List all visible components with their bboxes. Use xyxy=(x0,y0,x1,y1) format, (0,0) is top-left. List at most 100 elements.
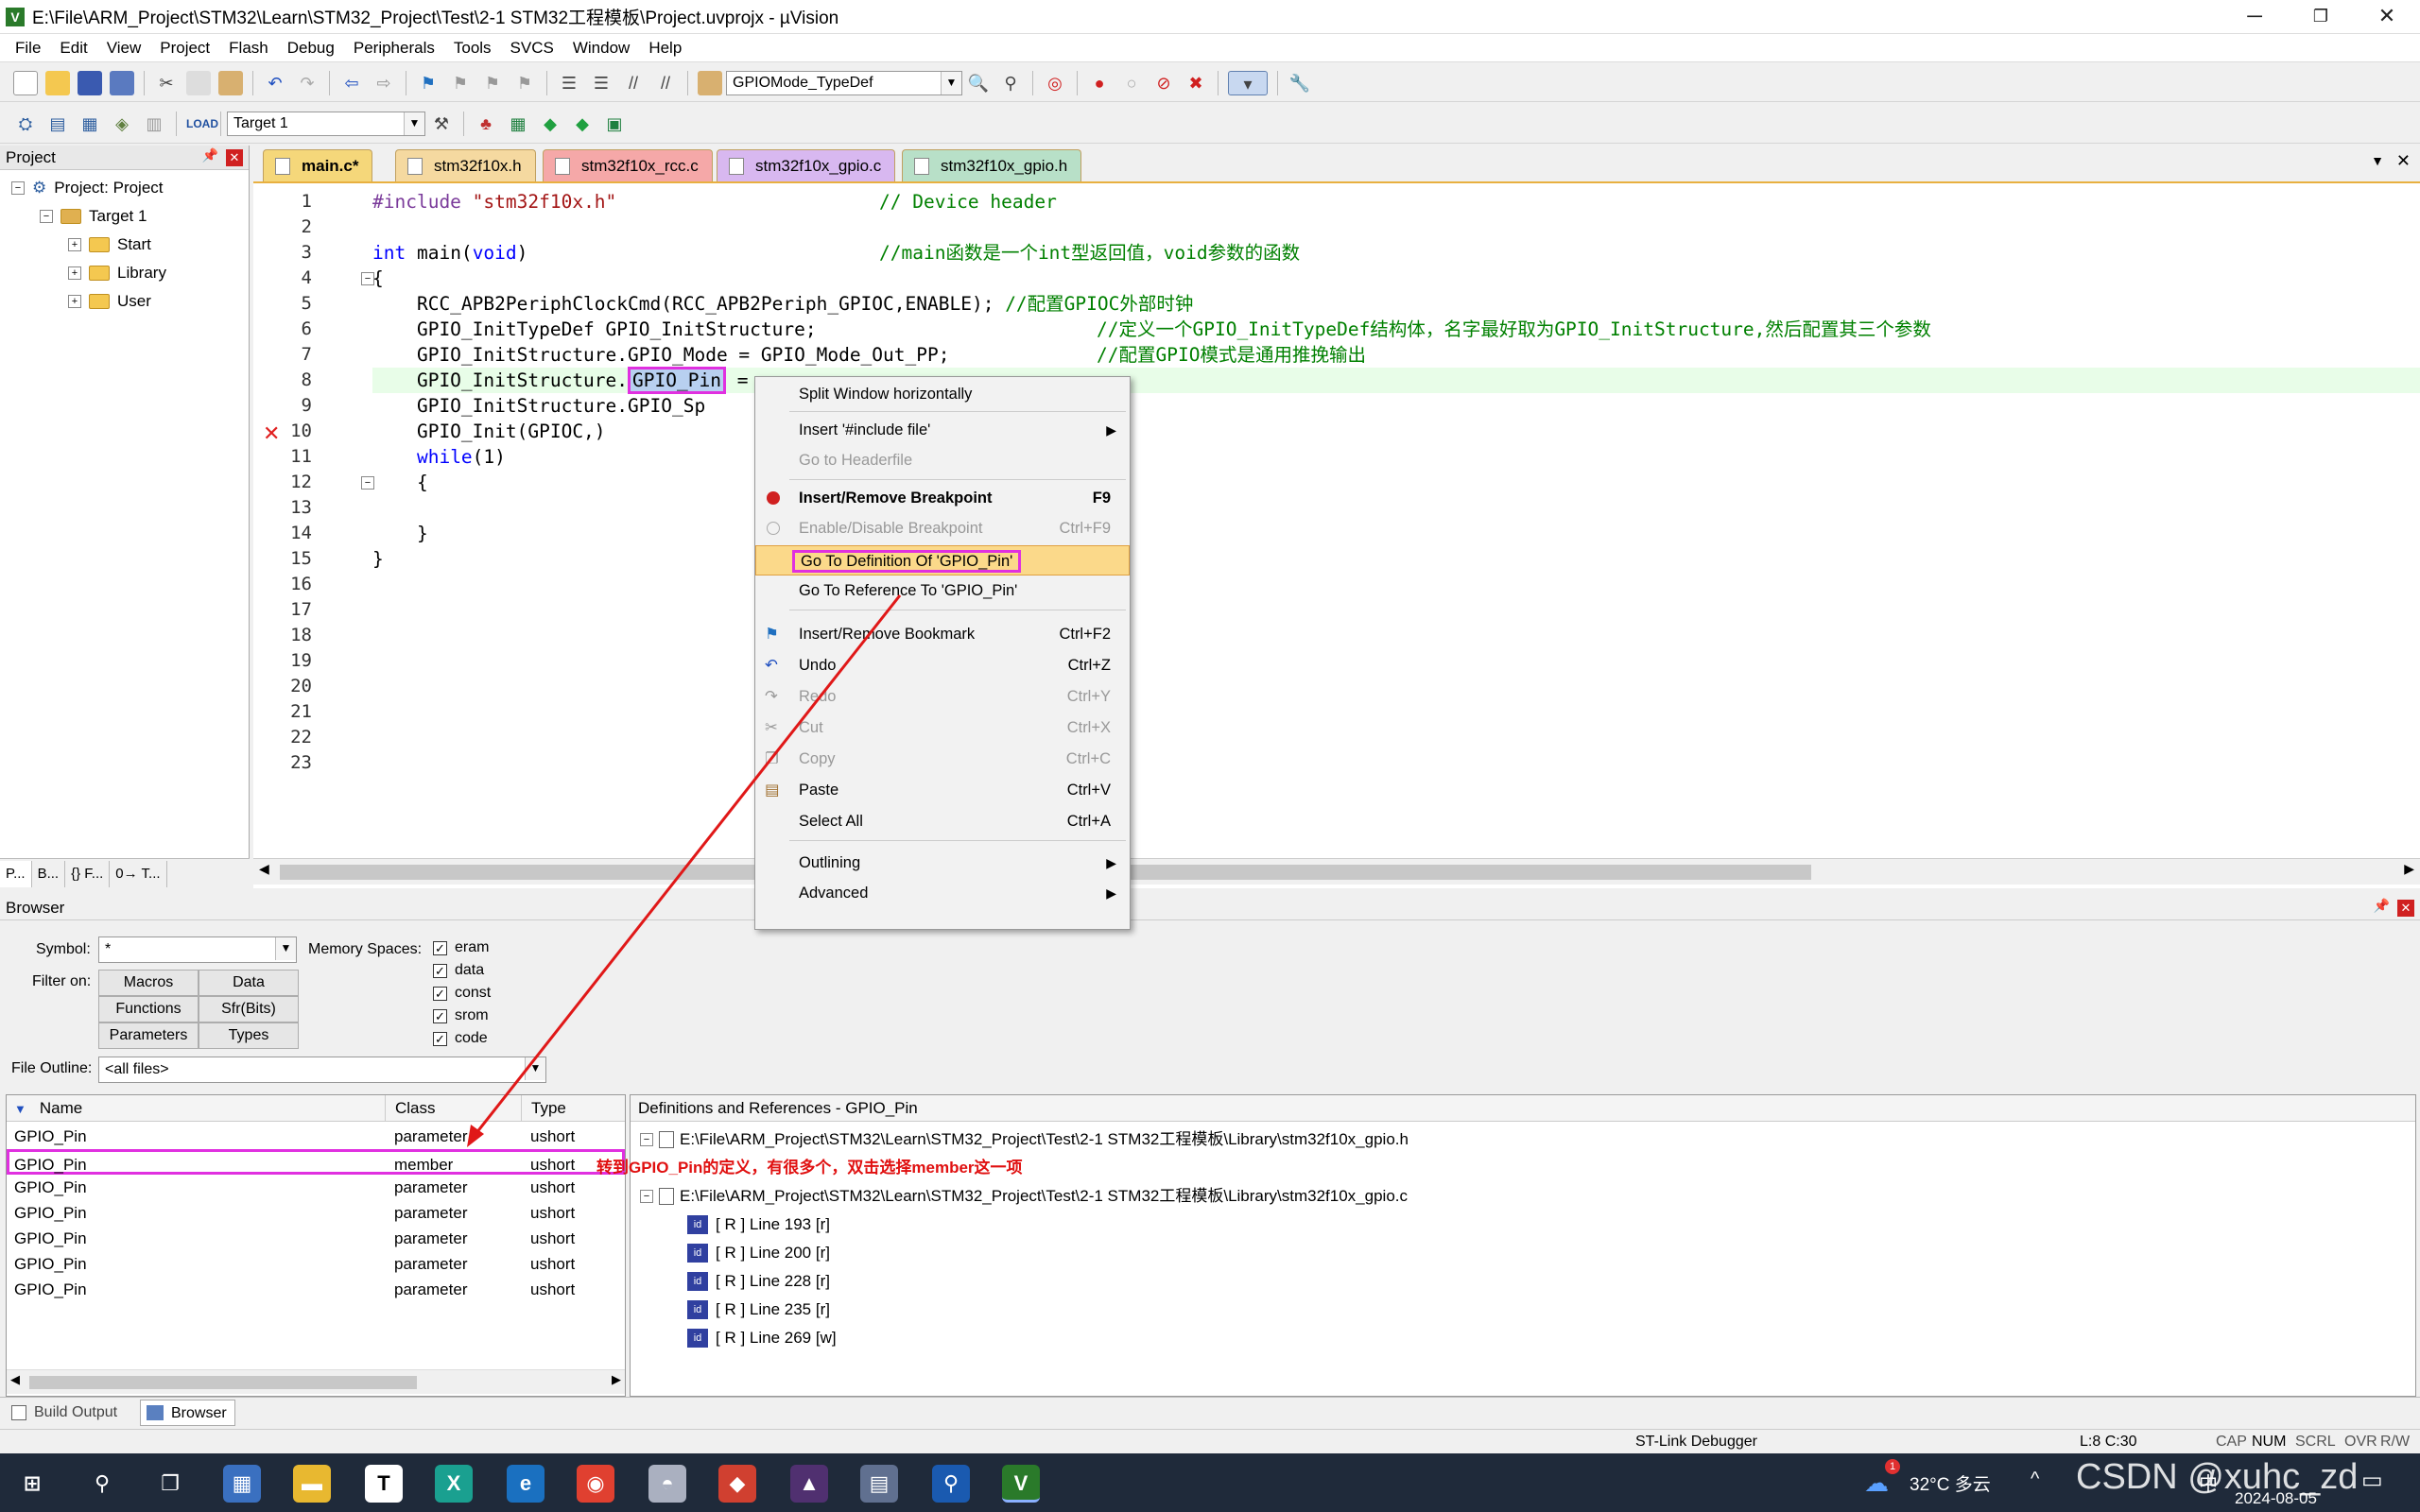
filter-functions-button[interactable]: Functions xyxy=(98,996,199,1022)
filter-macros-button[interactable]: Macros xyxy=(98,970,199,996)
filter-types-button[interactable]: Types xyxy=(199,1022,299,1049)
disable-breakpoint-icon[interactable]: ○ xyxy=(1119,71,1144,95)
column-type[interactable]: Type xyxy=(521,1095,625,1122)
undo-icon[interactable]: ↶ xyxy=(263,71,287,95)
disable-all-breakpoints-icon[interactable]: ⊘ xyxy=(1151,71,1176,95)
table-row[interactable]: GPIO_Pin parameter ushort xyxy=(7,1200,625,1226)
unindent-icon[interactable]: ☰ xyxy=(589,71,614,95)
column-name[interactable]: ▼ Name xyxy=(7,1095,385,1122)
tree-target[interactable]: − Target 1 xyxy=(0,202,249,231)
chrome-icon[interactable]: ◉ xyxy=(577,1465,614,1503)
reference-item[interactable]: id[ R ] Line 228 [r] xyxy=(687,1267,830,1296)
pin-icon[interactable]: 📌 xyxy=(202,147,218,163)
edge-icon[interactable]: e xyxy=(507,1465,544,1503)
weather-text[interactable]: 32°C 多云 xyxy=(1910,1470,1991,1496)
tab-stm32f10x-h[interactable]: stm32f10x.h xyxy=(395,149,536,181)
menu-debug[interactable]: Debug xyxy=(278,39,344,58)
manage-components-icon[interactable]: ♣ xyxy=(474,112,498,136)
menu-item-undo[interactable]: ↶ Undo Ctrl+Z xyxy=(755,650,1130,680)
maximize-button[interactable]: ❐ xyxy=(2288,0,2354,34)
app-icon[interactable]: ⚲ xyxy=(932,1465,970,1503)
reference-item[interactable]: id[ R ] Line 200 [r] xyxy=(687,1239,830,1267)
stop-build-icon[interactable]: ▥ xyxy=(142,112,166,136)
collapse-icon[interactable]: − xyxy=(640,1190,653,1203)
app-icon[interactable]: ◓ xyxy=(648,1465,686,1503)
find-combo[interactable]: GPIOMode_TypeDef ▼ xyxy=(726,70,962,95)
horizontal-scrollbar[interactable]: ◀ ▶ xyxy=(253,858,2420,885)
menu-item-split-window[interactable]: Split Window horizontally xyxy=(755,379,1130,409)
menu-item-insert-include[interactable]: Insert '#include file' ▶ xyxy=(755,415,1130,445)
collapse-icon[interactable]: − xyxy=(640,1133,653,1146)
configure-icon[interactable]: 🔧 xyxy=(1288,71,1312,95)
typora-icon[interactable]: T xyxy=(365,1465,403,1503)
close-tab-icon[interactable]: ✕ xyxy=(2396,151,2411,171)
table-row[interactable]: GPIO_Pin parameter ushort xyxy=(7,1251,625,1277)
menu-project[interactable]: Project xyxy=(150,39,219,58)
checkbox-srom[interactable]: ✓ srom xyxy=(433,1007,489,1024)
pin-icon[interactable]: 📌 xyxy=(2374,898,2390,914)
close-icon[interactable]: ✕ xyxy=(226,149,243,166)
menu-item-go-to-definition[interactable]: Go To Definition Of 'GPIO_Pin' xyxy=(755,545,1130,576)
paste-icon[interactable] xyxy=(218,70,243,95)
cut-icon[interactable]: ✂ xyxy=(154,71,179,95)
menu-help[interactable]: Help xyxy=(639,39,691,58)
tab-templates[interactable]: 0→ T... xyxy=(110,860,167,887)
menu-tools[interactable]: Tools xyxy=(444,39,501,58)
menu-peripherals[interactable]: Peripherals xyxy=(344,39,444,58)
filter-data-button[interactable]: Data xyxy=(199,970,299,996)
close-button[interactable]: ✕ xyxy=(2354,0,2420,34)
menu-item-select-all[interactable]: Select All Ctrl+A xyxy=(755,806,1130,836)
checkbox-code[interactable]: ✓ code xyxy=(433,1030,488,1047)
batch-build-icon[interactable]: ◈ xyxy=(110,112,134,136)
find-in-files-icon[interactable] xyxy=(698,70,722,95)
menu-item-go-to-reference[interactable]: Go To Reference To 'GPIO_Pin' xyxy=(755,576,1130,606)
uvision-taskbar-icon[interactable]: V xyxy=(1002,1465,1040,1503)
run-time-environment-icon[interactable]: ▣ xyxy=(602,112,627,136)
target-select[interactable]: Target 1 ▼ xyxy=(227,111,425,136)
manage-project-items-icon[interactable]: ▦ xyxy=(506,112,530,136)
menu-item-advanced[interactable]: Advanced ▶ xyxy=(755,878,1130,908)
reference-item[interactable]: id[ R ] Line 269 [w] xyxy=(687,1324,837,1352)
tab-stm32f10x-gpio-c[interactable]: stm32f10x_gpio.c xyxy=(717,149,896,181)
nav-forward-icon[interactable]: ⇨ xyxy=(372,71,396,95)
incremental-find-icon[interactable]: ⚲ xyxy=(998,71,1023,95)
tab-build-output[interactable]: Build Output xyxy=(8,1400,125,1426)
symbol-input[interactable]: * ▼ xyxy=(98,936,297,963)
save-icon[interactable] xyxy=(78,70,102,95)
nav-back-icon[interactable]: ⇦ xyxy=(339,71,364,95)
calculator-icon[interactable]: ▦ xyxy=(223,1465,261,1503)
build-icon[interactable]: ▤ xyxy=(45,112,70,136)
menu-flash[interactable]: Flash xyxy=(219,39,278,58)
column-class[interactable]: Class xyxy=(385,1095,521,1122)
debug-session-icon[interactable]: ◎ xyxy=(1043,71,1067,95)
notification-center-icon[interactable]: ▭ xyxy=(2361,1467,2383,1494)
app-icon[interactable]: ◆ xyxy=(718,1465,756,1503)
chevron-down-icon[interactable]: ▼ xyxy=(275,937,296,960)
menu-item-redo[interactable]: ↷ Redo Ctrl+Y xyxy=(755,681,1130,712)
tab-stm32f10x-gpio-h[interactable]: stm32f10x_gpio.h xyxy=(902,149,1082,181)
filter-sfr-button[interactable]: Sfr(Bits) xyxy=(199,996,299,1022)
save-all-icon[interactable] xyxy=(110,70,134,95)
menu-item-go-to-headerfile[interactable]: Go to Headerfile xyxy=(755,445,1130,475)
table-row[interactable]: GPIO_Pin parameter ushort xyxy=(7,1124,625,1149)
copy-icon[interactable] xyxy=(186,70,211,95)
menu-item-insert-remove-bookmark[interactable]: ⚑ Insert/Remove Bookmark Ctrl+F2 xyxy=(755,619,1130,649)
tab-main-c[interactable]: main.c* xyxy=(263,149,373,181)
filter-parameters-button[interactable]: Parameters xyxy=(98,1022,199,1049)
rebuild-icon[interactable]: ▦ xyxy=(78,112,102,136)
checkbox-data[interactable]: ✓ data xyxy=(433,962,484,979)
table-row[interactable]: GPIO_Pin parameter ushort xyxy=(7,1277,625,1302)
find-icon[interactable]: 🔍 xyxy=(966,71,991,95)
definition-file[interactable]: − E:\File\ARM_Project\STM32\Learn\STM32_P… xyxy=(640,1182,1408,1211)
breakpoint-icon[interactable]: ● xyxy=(1087,71,1112,95)
tab-list-icon[interactable]: ▼ xyxy=(2371,153,2384,168)
tree-group-start[interactable]: + Start xyxy=(0,231,249,259)
next-bookmark-icon[interactable]: ⚑ xyxy=(480,71,505,95)
menu-item-copy[interactable]: ❐ Copy Ctrl+C xyxy=(755,744,1130,774)
code-text[interactable]: #include "stm32f10x.h"// Device header i… xyxy=(372,183,2420,845)
menu-item-outlining[interactable]: Outlining ▶ xyxy=(755,848,1130,878)
reference-item[interactable]: id[ R ] Line 235 [r] xyxy=(687,1296,830,1324)
file-outline-select[interactable]: <all files> ▼ xyxy=(98,1057,546,1083)
tab-books[interactable]: B... xyxy=(32,860,66,887)
menu-svcs[interactable]: SVCS xyxy=(501,39,563,58)
